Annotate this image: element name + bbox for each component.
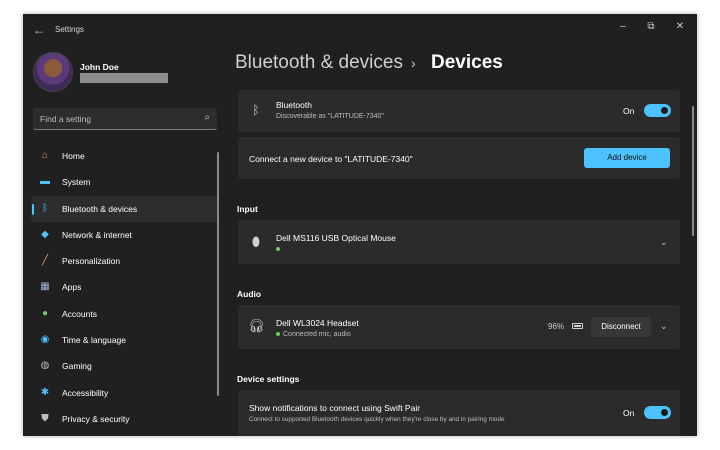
swift-pair-subtitle: Connect to supported Bluetooth devices q… <box>249 416 505 423</box>
maximize-button[interactable]: ⧉ <box>639 18 663 36</box>
profile-email-redacted <box>80 73 168 83</box>
mouse-device-name: Dell MS116 USB Optical Mouse <box>276 233 396 243</box>
settings-window: ← Settings – ⧉ ✕ John Doe Find a setting… <box>23 14 697 436</box>
sidebar-item-label: Network & internet <box>62 229 132 240</box>
sidebar-item-network-internet[interactable]: ◆ Network & internet <box>31 222 219 248</box>
sidebar-item-bluetooth-devices[interactable]: ᛒ Bluetooth & devices <box>31 195 219 222</box>
back-arrow-icon[interactable]: ← <box>31 22 47 38</box>
bluetooth-toggle[interactable] <box>644 104 671 117</box>
add-device-button[interactable]: Add device <box>584 148 670 168</box>
chevron-right-icon: › <box>411 55 416 71</box>
sidebar-item-system[interactable]: ▬ System <box>31 169 219 195</box>
sidebar-item-label: Time & language <box>62 335 126 346</box>
chevron-down-icon[interactable]: ⌄ <box>660 321 668 332</box>
swift-pair-card: Show notifications to connect using Swif… <box>238 390 680 436</box>
sidebar-item-label: Accounts <box>62 308 97 319</box>
toggle-knob <box>661 409 668 416</box>
sidebar-item-privacy-security[interactable]: ⛊ Privacy & security <box>31 406 219 432</box>
app-title: Settings <box>55 25 84 34</box>
home-icon: ⌂ <box>41 150 49 161</box>
title-bar: ← Settings – ⧉ ✕ <box>23 14 697 46</box>
sidebar-item-time-language[interactable]: ◉ Time & language <box>31 327 219 353</box>
brush-icon: ╱ <box>41 255 49 267</box>
headset-status-text: Connected mic, audio <box>283 331 351 338</box>
close-button[interactable]: ✕ <box>668 18 692 36</box>
bluetooth-toggle-label: On <box>623 106 635 116</box>
sidebar-item-accessibility[interactable]: ✱ Accessibility <box>31 380 219 406</box>
connect-device-text: Connect a new device to "LATITUDE-7340" <box>249 154 413 164</box>
sidebar-item-personalization[interactable]: ╱ Personalization <box>31 248 219 274</box>
connect-device-card: Connect a new device to "LATITUDE-7340" … <box>238 137 680 179</box>
device-settings-heading: Device settings <box>237 374 300 384</box>
toggle-knob <box>661 107 668 114</box>
accounts-icon: ● <box>41 307 49 319</box>
disconnect-button[interactable]: Disconnect <box>591 317 651 337</box>
headset-device-name: Dell WL3024 Headset <box>276 318 359 328</box>
wifi-icon: ◆ <box>41 228 49 240</box>
profile-name: John Doe <box>80 62 119 72</box>
gamepad-icon: ◍ <box>40 360 50 372</box>
bluetooth-subtitle: Discoverable as "LATITUDE-7340" <box>276 113 384 120</box>
sidebar-item-accounts[interactable]: ● Accounts <box>31 301 219 327</box>
main-scrollbar[interactable] <box>692 106 694 236</box>
bluetooth-card: ᛒ Bluetooth Discoverable as "LATITUDE-73… <box>238 90 680 132</box>
sidebar-item-apps[interactable]: ▦ Apps <box>31 274 219 300</box>
sidebar-item-home[interactable]: ⌂ Home <box>31 143 219 169</box>
connected-dot-icon <box>276 247 280 252</box>
avatar[interactable] <box>33 52 73 92</box>
sidebar-item-label: Gaming <box>62 361 92 372</box>
breadcrumb-parent[interactable]: Bluetooth & devices <box>235 52 403 74</box>
shield-icon: ⛊ <box>41 412 49 424</box>
headset-icon: 🎧︎ <box>248 318 265 333</box>
mouse-icon: ⬮ <box>251 234 261 249</box>
sidebar-item-label: Home <box>62 151 85 161</box>
sidebar-item-label: Bluetooth & devices <box>62 203 138 214</box>
bluetooth-icon: ᛒ <box>252 103 260 117</box>
headset-device-card[interactable]: 🎧︎ Dell WL3024 Headset Connected mic, au… <box>238 305 680 349</box>
search-placeholder: Find a setting <box>40 114 92 124</box>
mouse-device-status <box>276 246 283 253</box>
bluetooth-icon: ᛒ <box>42 202 48 214</box>
apps-icon: ▦ <box>40 281 50 293</box>
sidebar-item-label: System <box>62 177 91 188</box>
battery-percentage: 96% <box>548 322 565 331</box>
swift-pair-toggle[interactable] <box>644 406 671 419</box>
minimize-button[interactable]: – <box>611 18 635 36</box>
chevron-down-icon[interactable]: ⌄ <box>660 237 668 248</box>
audio-heading: Audio <box>237 289 262 299</box>
mouse-device-card[interactable]: ⬮ Dell MS116 USB Optical Mouse ⌄ <box>238 220 680 264</box>
connected-dot-icon <box>276 332 280 337</box>
bluetooth-title: Bluetooth <box>276 100 312 110</box>
battery-icon <box>572 323 583 329</box>
sidebar-item-label: Privacy & security <box>62 413 130 424</box>
search-input[interactable]: Find a setting ⌕ <box>33 108 217 130</box>
globe-icon: ◉ <box>40 334 50 346</box>
swift-pair-toggle-label: On <box>623 408 635 418</box>
sidebar-item-label: Apps <box>62 282 82 293</box>
sidebar-scrollbar[interactable] <box>217 152 219 396</box>
sidebar-item-label: Personalization <box>62 256 121 267</box>
sidebar-item-gaming[interactable]: ◍ Gaming <box>31 353 219 379</box>
swift-pair-title: Show notifications to connect using Swif… <box>249 403 421 413</box>
system-icon: ▬ <box>40 176 50 188</box>
sidebar-nav: ⌂ Home ▬ System ᛒ Bluetooth & devices ◆ Network… <box>31 143 219 432</box>
search-icon: ⌕ <box>204 112 210 123</box>
sidebar-item-label: Accessibility <box>62 387 109 398</box>
input-heading: Input <box>237 204 258 214</box>
headset-device-status: Connected mic, audio <box>276 331 351 338</box>
accessibility-icon: ✱ <box>40 386 50 398</box>
page-title: Devices <box>431 52 503 73</box>
